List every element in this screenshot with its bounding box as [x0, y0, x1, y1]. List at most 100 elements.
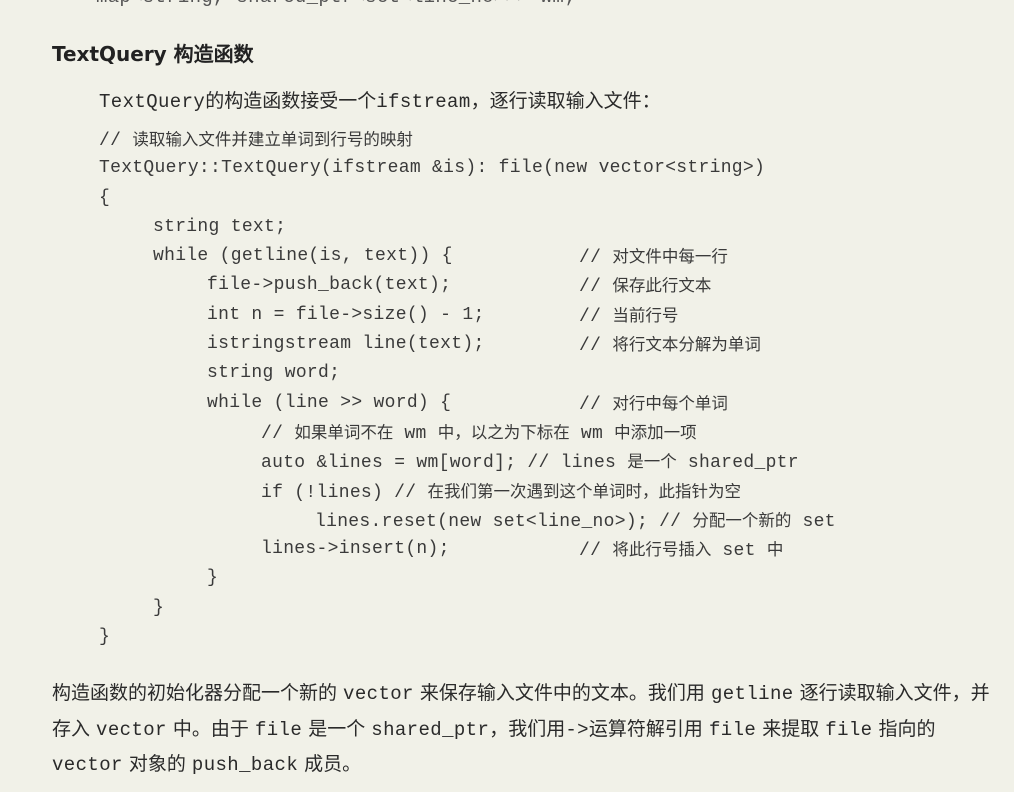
comment-ascii: //: [261, 423, 295, 444]
comment-ascii: //: [579, 306, 613, 327]
code-line: {: [99, 184, 989, 213]
comment-cjk: 对文件中每一行: [612, 247, 728, 267]
code-text: }: [153, 597, 165, 618]
intro-text-end: ，逐行读取输入文件：: [470, 90, 661, 112]
code-text: TextQuery::TextQuery(ifstream &is): file…: [99, 158, 766, 179]
code-comment: // 将行文本分解为单词: [579, 330, 761, 361]
code-listing: // 读取输入文件并建立单词到行号的映射 TextQuery::TextQuery…: [99, 125, 989, 652]
code-line: file->push_back(text); // 保存此行文本: [99, 271, 989, 300]
paragraph-text: 指向的: [872, 717, 936, 740]
inline-code: push_back: [191, 754, 299, 776]
code-text: }: [207, 568, 219, 589]
code-line: // 读取输入文件并建立单词到行号的映射: [99, 125, 989, 154]
code-line: // 如果单词不在 wm 中，以之为下标在 wm 中添加一项: [99, 418, 989, 447]
intro-type-name: ifstream: [376, 91, 471, 113]
paragraph-text: 中。由于: [166, 717, 255, 740]
code-comment: // 对行中每个单词: [579, 389, 728, 420]
comment-ascii: wm: [393, 423, 438, 444]
code-line: }: [99, 623, 989, 652]
paragraph-text: 是一个: [302, 717, 372, 740]
code-text: string word;: [207, 363, 341, 384]
comment-cjk: 将此行号插入: [612, 540, 712, 560]
code-text: lines->insert(n);: [261, 539, 450, 560]
code-comment: // 如果单词不在 wm 中，以之为下标在 wm 中添加一项: [99, 418, 697, 449]
intro-text: 的构造函数接受一个: [205, 90, 377, 112]
code-line: int n = file->size() - 1; // 当前行号: [99, 301, 989, 330]
code-line: string text;: [99, 213, 989, 242]
inline-code: getline: [710, 683, 794, 705]
paragraph-text: 构造函数的初始化器分配一个新的: [52, 682, 344, 704]
comment-ascii: //: [99, 131, 133, 151]
comment-ascii: //: [659, 511, 693, 532]
comment-ascii: //: [579, 336, 613, 357]
comment-ascii: //: [579, 394, 613, 415]
code-text: istringstream line(text);: [207, 334, 485, 355]
comment-cjk: 分配一个新的: [692, 510, 792, 530]
code-comment: // 在我们第一次遇到这个单词时，此指针为空: [394, 481, 741, 503]
inline-code: vector: [96, 718, 167, 741]
code-text: if (!lines): [261, 482, 384, 503]
code-text: int n = file->size() - 1;: [207, 304, 485, 325]
code-text: {: [99, 187, 111, 208]
inline-code: file: [254, 718, 303, 741]
code-line: }: [99, 564, 989, 593]
comment-cjk: 当前行号: [612, 305, 679, 325]
comment-ascii: wm: [569, 423, 615, 444]
code-text: lines.reset(new set<line_no>);: [315, 511, 649, 532]
code-text: string text;: [153, 216, 287, 237]
code-text: }: [99, 627, 111, 648]
code-line: while (line >> word) { // 对行中每个单词: [99, 389, 989, 418]
comment-cjk: 中添加一项: [614, 422, 697, 442]
section-heading: TextQuery 构造函数: [52, 42, 254, 66]
code-text: file->push_back(text);: [207, 275, 452, 296]
paragraph-text: 运算符解引用: [588, 717, 709, 740]
comment-ascii: //: [579, 248, 613, 269]
comment-ascii: //: [579, 541, 613, 562]
code-comment: // 对文件中每一行: [579, 242, 728, 273]
inline-code: vector: [343, 683, 414, 705]
comment-cjk: 中: [766, 540, 784, 560]
comment-cjk: 如果单词不在: [294, 422, 394, 442]
code-comment: // 保存此行文本: [579, 271, 711, 302]
comment-cjk: 将行文本分解为单词: [612, 335, 761, 355]
intro-class-name: TextQuery: [99, 91, 206, 113]
inline-code: ->: [565, 718, 589, 741]
paragraph-text: ，我们用: [489, 717, 566, 740]
intro-sentence: TextQuery的构造函数接受一个ifstream，逐行读取输入文件：: [99, 86, 661, 113]
comment-ascii: shared_ptr: [676, 453, 799, 474]
code-text: while (line >> word) {: [207, 392, 452, 413]
paragraph-text: 来提取: [756, 717, 826, 740]
code-line: istringstream line(text); // 将行文本分解为单词: [99, 330, 989, 359]
comment-ascii: // lines: [527, 453, 628, 474]
explanation-paragraph: 构造函数的初始化器分配一个新的 vector 来保存输入文件中的文本。我们用 g…: [52, 676, 992, 783]
comment-cjk: 保存此行文本: [612, 276, 712, 296]
code-text: auto &lines = wm[word];: [261, 453, 517, 474]
paragraph-text: 对象的: [122, 753, 192, 775]
code-comment: // 将此行号插入 set 中: [579, 535, 783, 566]
code-text: while (getline(is, text)) {: [153, 246, 453, 267]
comment-ascii: set: [791, 511, 836, 532]
code-line: auto &lines = wm[word]; // lines 是一个 shar…: [99, 447, 989, 476]
cut-off-code-line: map<string, shared_ptr<set<line_no>>> wm…: [96, 0, 576, 8]
paragraph-text: 成员。: [298, 753, 362, 775]
inline-code: shared_ptr: [371, 718, 490, 741]
inline-code: file: [708, 718, 757, 741]
inline-code: vector: [52, 754, 123, 776]
inline-code: file: [825, 718, 873, 741]
code-comment: // lines 是一个 shared_ptr: [527, 452, 799, 474]
comment-cjk: 读取输入文件并建立单词到行号的映射: [132, 130, 413, 149]
code-line: }: [99, 594, 989, 623]
comment-cjk: 对行中每个单词: [612, 393, 728, 413]
code-comment: // 分配一个新的 set: [659, 510, 836, 532]
code-comment: // 读取输入文件并建立单词到行号的映射: [99, 125, 413, 156]
code-line: while (getline(is, text)) { // 对文件中每一行: [99, 242, 989, 271]
code-line: lines->insert(n); // 将此行号插入 set 中: [99, 535, 989, 564]
comment-ascii: //: [394, 482, 428, 503]
code-line: lines.reset(new set<line_no>); // 分配一个新的 …: [99, 506, 989, 535]
comment-cjk: 中，以之为下标在: [437, 422, 570, 442]
code-line: TextQuery::TextQuery(ifstream &is): file…: [99, 154, 989, 183]
paragraph-text: 来保存输入文件中的文本。我们用: [413, 682, 711, 704]
comment-cjk: 在我们第一次遇到这个单词时，此指针为空: [427, 481, 741, 501]
code-line: string word;: [99, 359, 989, 388]
comment-ascii: set: [711, 541, 767, 562]
